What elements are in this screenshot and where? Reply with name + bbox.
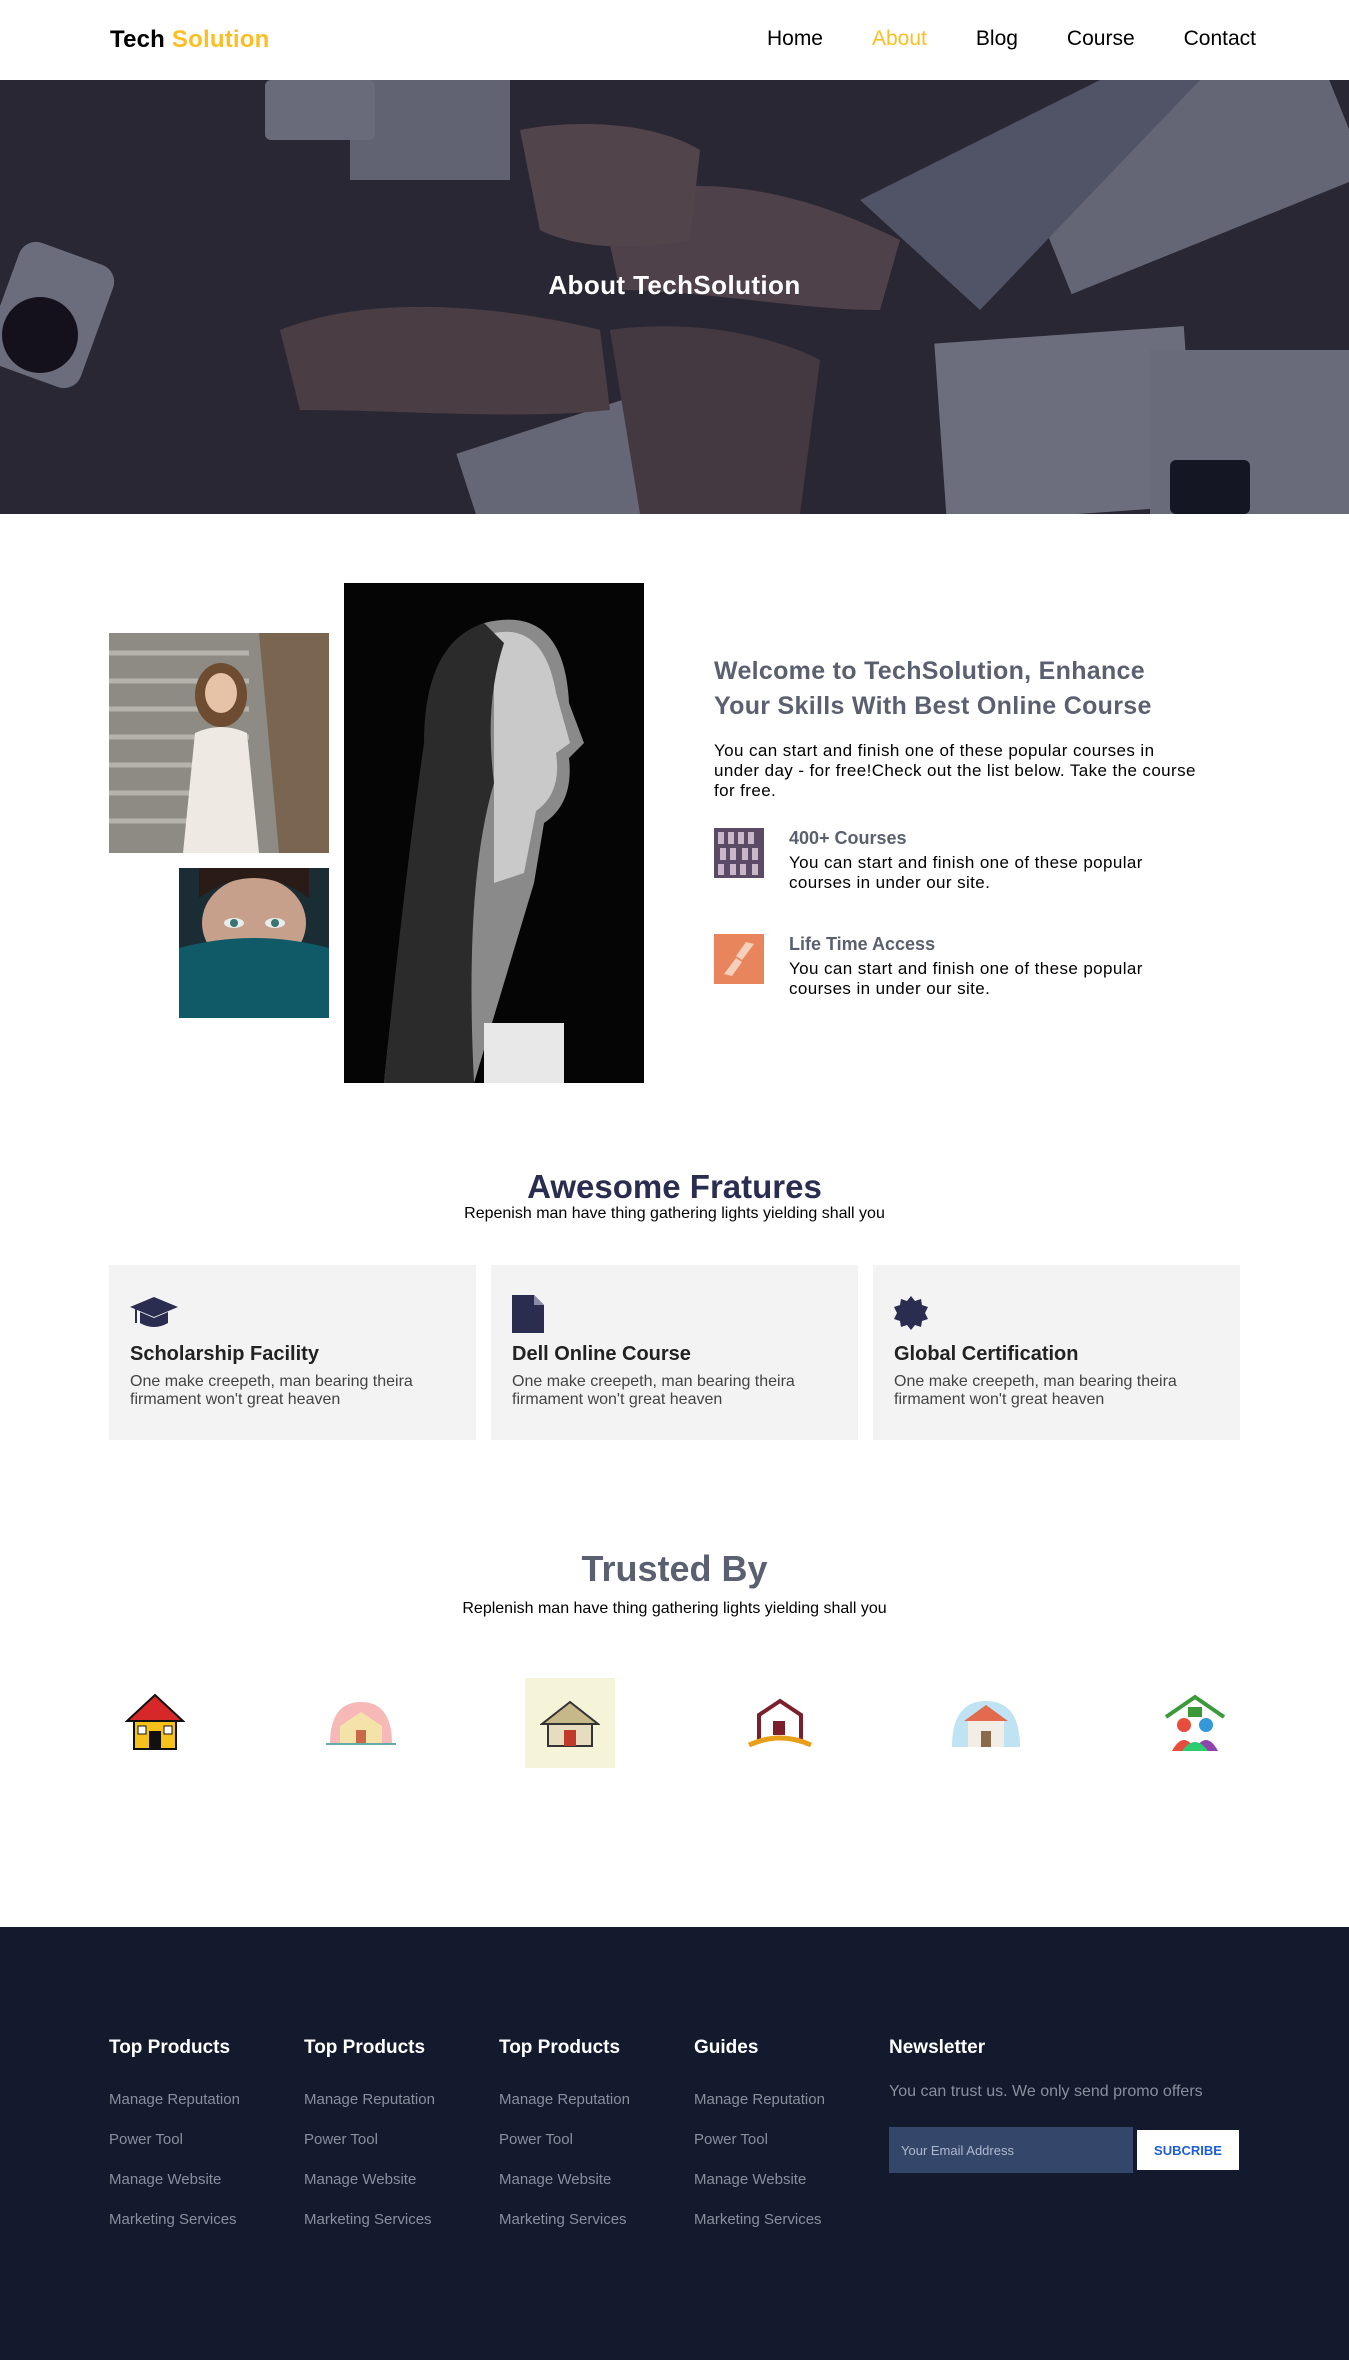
about-description: You can start and finish one of these po… [714,741,1196,800]
footer-link[interactable]: Manage Reputation [499,2091,630,2108]
nav-link-contact[interactable]: Contact [1184,27,1256,51]
footer-link[interactable]: Marketing Services [109,2211,240,2228]
newsletter-title: Newsletter [889,2037,986,2058]
newsletter-form: SUBCRIBE [889,2127,1239,2173]
house-logo-icon [952,1701,1020,1747]
footer-link[interactable]: Marketing Services [499,2211,630,2228]
feature-card-title: Scholarship Facility [130,1343,319,1365]
about-feature-access-title: Life Time Access [789,934,936,954]
features-section-title: Awesome Fratures [527,1168,822,1205]
trusted-logo-3[interactable] [525,1678,615,1768]
footer-link[interactable]: Manage Website [109,2171,240,2188]
trusted-section-title: Trusted By [581,1548,768,1589]
feature-card-text: One make creepeth, man bearing theira fi… [894,1373,1177,1408]
nav-link-course[interactable]: Course [1067,27,1135,51]
about-photo-woman-eyes [179,868,329,1018]
about-feature-access-text: Life Time Access You can start and finis… [789,934,1204,999]
feature-card-scholarship: Scholarship Facility One make creepeth, … [109,1265,476,1440]
footer: Top Products Manage Reputation Power Too… [0,1927,1349,2360]
hero-title: About TechSolution [548,270,801,300]
nav-link-blog[interactable]: Blog [976,27,1018,51]
about-photo-woman-profile [344,583,644,1083]
footer-link[interactable]: Manage Website [694,2171,825,2188]
footer-link[interactable]: Manage Reputation [304,2091,435,2108]
footer-link[interactable]: Power Tool [694,2131,825,2148]
footer-newsletter: Newsletter You can trust us. We only sen… [889,2037,1239,2187]
footer-column-2: Top Products Manage Reputation Power Too… [304,2037,435,2251]
nav-menu: Home About Blog Course Contact [718,27,1256,51]
feature-card-title: Dell Online Course [512,1343,691,1365]
features-section-subtitle: Repenish man have thing gathering lights… [464,1205,885,1222]
house-logo-icon [540,1700,600,1747]
feature-card-text: One make creepeth, man bearing theira fi… [512,1373,795,1408]
brand-logo[interactable]: Tech Solution [110,26,270,54]
about-title: Welcome to TechSolution, Enhance Your Sk… [714,657,1152,720]
footer-link[interactable]: Manage Reputation [694,2091,825,2108]
footer-column-title: Top Products [109,2037,231,2058]
footer-link[interactable]: Power Tool [499,2131,630,2148]
brand-name-part2: Solution [171,26,270,53]
newsletter-text: You can trust us. We only send promo off… [889,2083,1203,2100]
footer-link[interactable]: Power Tool [304,2131,435,2148]
house-logo-icon [326,1702,396,1745]
feature-card-text: One make creepeth, man bearing theira fi… [130,1373,413,1408]
brand-name-part1: Tech [110,26,166,53]
house-logo-icon [747,1698,813,1748]
trusted-logo-2[interactable] [316,1678,406,1768]
newsletter-subscribe-button[interactable]: SUBCRIBE [1137,2130,1239,2170]
feature-card-certification: Global Certification One make creepeth, … [873,1265,1240,1440]
trusted-logo-5[interactable] [941,1678,1031,1768]
document-icon [512,1295,546,1338]
trusted-logo-1[interactable] [110,1678,200,1768]
about-feature-courses-desc: You can start and finish one of these po… [789,853,1143,892]
footer-link[interactable]: Manage Reputation [109,2091,240,2108]
footer-column-1: Top Products Manage Reputation Power Too… [109,2037,240,2251]
nav-link-about[interactable]: About [872,27,927,51]
about-text-block: Welcome to TechSolution, Enhance Your Sk… [714,654,1204,801]
hero-banner: About TechSolution [0,80,1349,514]
navbar: Tech Solution Home About Blog Course Con… [0,0,1349,80]
footer-column-title: Guides [694,2037,759,2058]
about-photo-woman-stairs [109,633,329,853]
footer-link[interactable]: Marketing Services [694,2211,825,2228]
books-icon [714,828,764,878]
about-feature-courses-title: 400+ Courses [789,828,907,848]
footer-link[interactable]: Marketing Services [304,2211,435,2228]
about-feature-access-desc: You can start and finish one of these po… [789,959,1143,998]
newsletter-email-input[interactable] [889,2127,1133,2173]
trusted-logo-6[interactable] [1150,1678,1240,1768]
about-feature-courses-text: 400+ Courses You can start and finish on… [789,828,1204,893]
footer-column-guides: Guides Manage Reputation Power Tool Mana… [694,2037,825,2251]
house-logo-icon [1164,1694,1226,1751]
footer-link[interactable]: Manage Website [304,2171,435,2188]
feature-card-title: Global Certification [894,1343,1079,1365]
handshake-icon [714,934,764,984]
footer-link[interactable]: Manage Website [499,2171,630,2188]
footer-column-title: Top Products [304,2037,426,2058]
feature-card-online-course: Dell Online Course One make creepeth, ma… [491,1265,858,1440]
certificate-icon [894,1295,928,1336]
footer-column-3: Top Products Manage Reputation Power Too… [499,2037,630,2251]
graduation-cap-icon [130,1295,178,1336]
trusted-logo-4[interactable] [735,1678,825,1768]
footer-link[interactable]: Power Tool [109,2131,240,2148]
footer-column-title: Top Products [499,2037,621,2058]
nav-link-home[interactable]: Home [767,27,823,51]
house-logo-icon [125,1693,185,1750]
trusted-section-subtitle: Replenish man have thing gathering light… [462,1600,887,1617]
